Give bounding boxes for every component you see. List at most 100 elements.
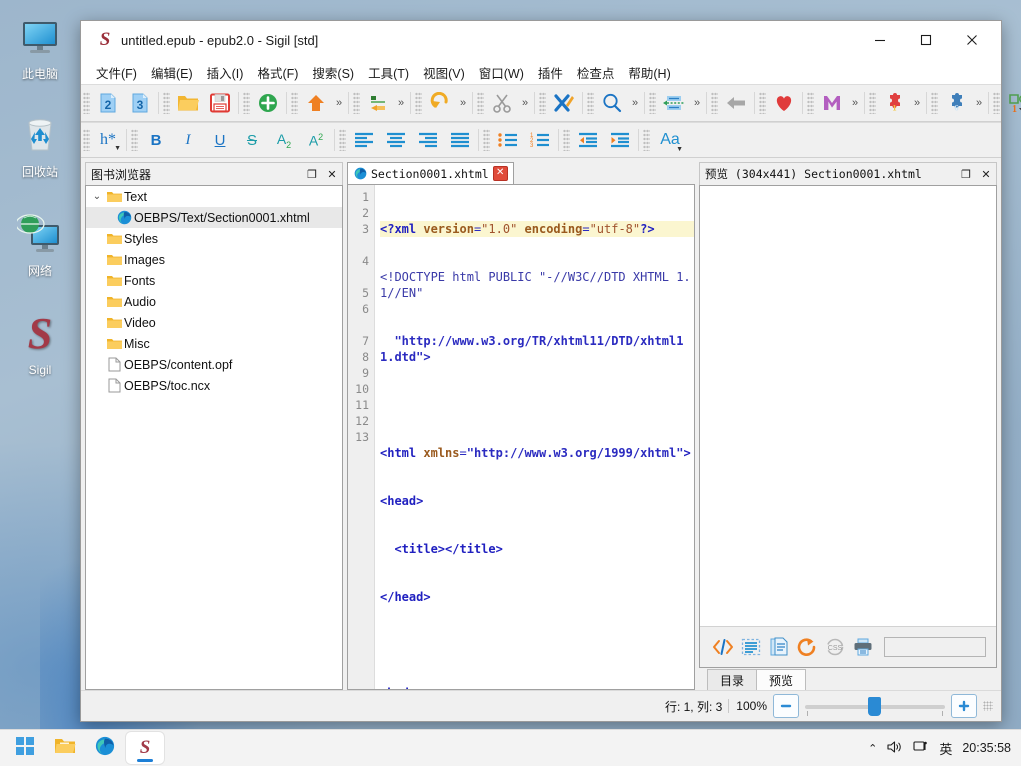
toolbar-overflow-6[interactable]: »: [690, 97, 704, 109]
editor-tab-close-button[interactable]: ✕: [492, 166, 508, 181]
bold-button[interactable]: B: [140, 125, 172, 155]
reload-button[interactable]: [794, 633, 820, 661]
print-button[interactable]: [850, 633, 876, 661]
toolbar-grip[interactable]: [353, 92, 360, 114]
toolbar-grip[interactable]: [131, 129, 138, 151]
heading-button[interactable]: h* ▼: [92, 125, 124, 155]
cut-button[interactable]: [486, 88, 518, 118]
toolbar-grip[interactable]: [643, 129, 650, 151]
tree-item-misc[interactable]: Misc: [86, 333, 342, 354]
tree-item-fonts[interactable]: Fonts: [86, 270, 342, 291]
toolbar-overflow-4[interactable]: »: [518, 97, 532, 109]
code-editor[interactable]: 1 2 3 4 5 6 7 8 9 10 11 12 13 <?xml vers…: [347, 184, 695, 690]
toolbar-overflow-9[interactable]: »: [972, 97, 986, 109]
desktop-icon-sigil[interactable]: S Sigil: [0, 310, 80, 378]
save-button[interactable]: [204, 88, 236, 118]
file-explorer-button[interactable]: [46, 732, 84, 764]
italic-button[interactable]: I: [172, 125, 204, 155]
numbered-list-button[interactable]: 123: [524, 125, 556, 155]
subscript-button[interactable]: A2: [268, 125, 300, 155]
toolbar-overflow-7[interactable]: »: [848, 97, 862, 109]
increase-indent-button[interactable]: [604, 125, 636, 155]
toolbar-grip[interactable]: [993, 92, 1000, 114]
expand-chevron-icon[interactable]: ⌄: [90, 191, 104, 202]
menu-checkpoint[interactable]: 检查点: [570, 60, 622, 85]
undo-button[interactable]: [424, 88, 456, 118]
menu-window[interactable]: 窗口(W): [472, 60, 531, 85]
toolbar-grip[interactable]: [83, 92, 90, 114]
preview-float-button[interactable]: ❐: [956, 164, 976, 184]
toolbar-overflow-5[interactable]: »: [628, 97, 642, 109]
toolbar-grip[interactable]: [869, 92, 876, 114]
toolbar-grip[interactable]: [759, 92, 766, 114]
split-button[interactable]: [362, 88, 394, 118]
toolbar-grip[interactable]: [291, 92, 298, 114]
toolbar-overflow-1[interactable]: »: [332, 97, 346, 109]
tab-preview[interactable]: 预览: [756, 669, 807, 690]
epub2-button[interactable]: 2: [92, 88, 124, 118]
toolbar-overflow-2[interactable]: »: [394, 97, 408, 109]
toolbar-grip[interactable]: [711, 92, 718, 114]
tab-toc[interactable]: 目录: [707, 669, 758, 690]
menu-format[interactable]: 格式(F): [250, 60, 305, 85]
split-view-button[interactable]: [738, 633, 764, 661]
toolbar-grip[interactable]: [587, 92, 594, 114]
toolbar-grip[interactable]: [415, 92, 422, 114]
m-button[interactable]: [816, 88, 848, 118]
epub3-button[interactable]: 3: [124, 88, 156, 118]
zoom-in-button[interactable]: [951, 694, 977, 718]
code-text-area[interactable]: <?xml version="1.0" encoding="utf-8"?> <…: [375, 185, 694, 689]
sigil-taskbar-button[interactable]: S: [126, 732, 164, 764]
toolbar-grip[interactable]: [649, 92, 656, 114]
superscript-button[interactable]: A2: [300, 125, 332, 155]
toolbar-overflow-3[interactable]: »: [456, 97, 470, 109]
toolbar-grip[interactable]: [931, 92, 938, 114]
underline-button[interactable]: U: [204, 125, 236, 155]
tree-item-styles[interactable]: Styles: [86, 228, 342, 249]
zoom-slider-thumb[interactable]: [868, 697, 881, 716]
tree-item-text[interactable]: ⌄ Text: [86, 186, 342, 207]
menu-edit[interactable]: 编辑(E): [144, 60, 200, 85]
toolbar-grip[interactable]: [539, 92, 546, 114]
toolbar-overflow-8[interactable]: »: [910, 97, 924, 109]
tree-item-video[interactable]: Video: [86, 312, 342, 333]
toolbar-grip[interactable]: [163, 92, 170, 114]
toolbar-grip[interactable]: [477, 92, 484, 114]
menu-tools[interactable]: 工具(T): [361, 60, 416, 85]
close-button[interactable]: [949, 22, 995, 58]
clock[interactable]: 20:35:58: [962, 741, 1011, 755]
chevron-up-icon[interactable]: ⌃: [868, 742, 877, 755]
menu-search[interactable]: 搜索(S): [305, 60, 361, 85]
menu-insert[interactable]: 插入(I): [200, 60, 251, 85]
editor-tab-section0001[interactable]: Section0001.xhtml ✕: [347, 162, 514, 184]
menu-view[interactable]: 视图(V): [416, 60, 472, 85]
plugin-index-button[interactable]: 1: [1002, 88, 1021, 118]
align-justify-button[interactable]: [444, 125, 476, 155]
book-view-button[interactable]: [766, 633, 792, 661]
resize-grip[interactable]: [983, 701, 993, 711]
edge-button[interactable]: [86, 732, 124, 764]
desktop-icon-this-pc[interactable]: 此电脑: [0, 14, 80, 81]
network-tray-icon[interactable]: [913, 740, 929, 757]
code-view-button[interactable]: [710, 633, 736, 661]
desktop-icon-recycle-bin[interactable]: 回收站: [0, 112, 80, 179]
speaker-icon[interactable]: [887, 740, 903, 757]
tree-item-audio[interactable]: Audio: [86, 291, 342, 312]
toolbar-grip[interactable]: [339, 129, 346, 151]
toolbar-grip[interactable]: [483, 129, 490, 151]
decrease-indent-button[interactable]: [572, 125, 604, 155]
toolbar-grip[interactable]: [563, 129, 570, 151]
find-button[interactable]: [596, 88, 628, 118]
tree-item-content-opf[interactable]: OEBPS/content.opf: [86, 354, 342, 375]
menu-help[interactable]: 帮助(H): [621, 60, 677, 85]
preview-render-canvas[interactable]: [700, 186, 996, 626]
casing-button[interactable]: Aa ▼: [652, 125, 688, 155]
add-button[interactable]: [252, 88, 284, 118]
zoom-out-button[interactable]: [773, 694, 799, 718]
zoom-slider[interactable]: [805, 695, 945, 717]
back-button[interactable]: [720, 88, 752, 118]
strikethrough-button[interactable]: S: [236, 125, 268, 155]
up-button[interactable]: [300, 88, 332, 118]
css-button[interactable]: CSS: [822, 633, 848, 661]
toolbar-grip[interactable]: [83, 129, 90, 151]
